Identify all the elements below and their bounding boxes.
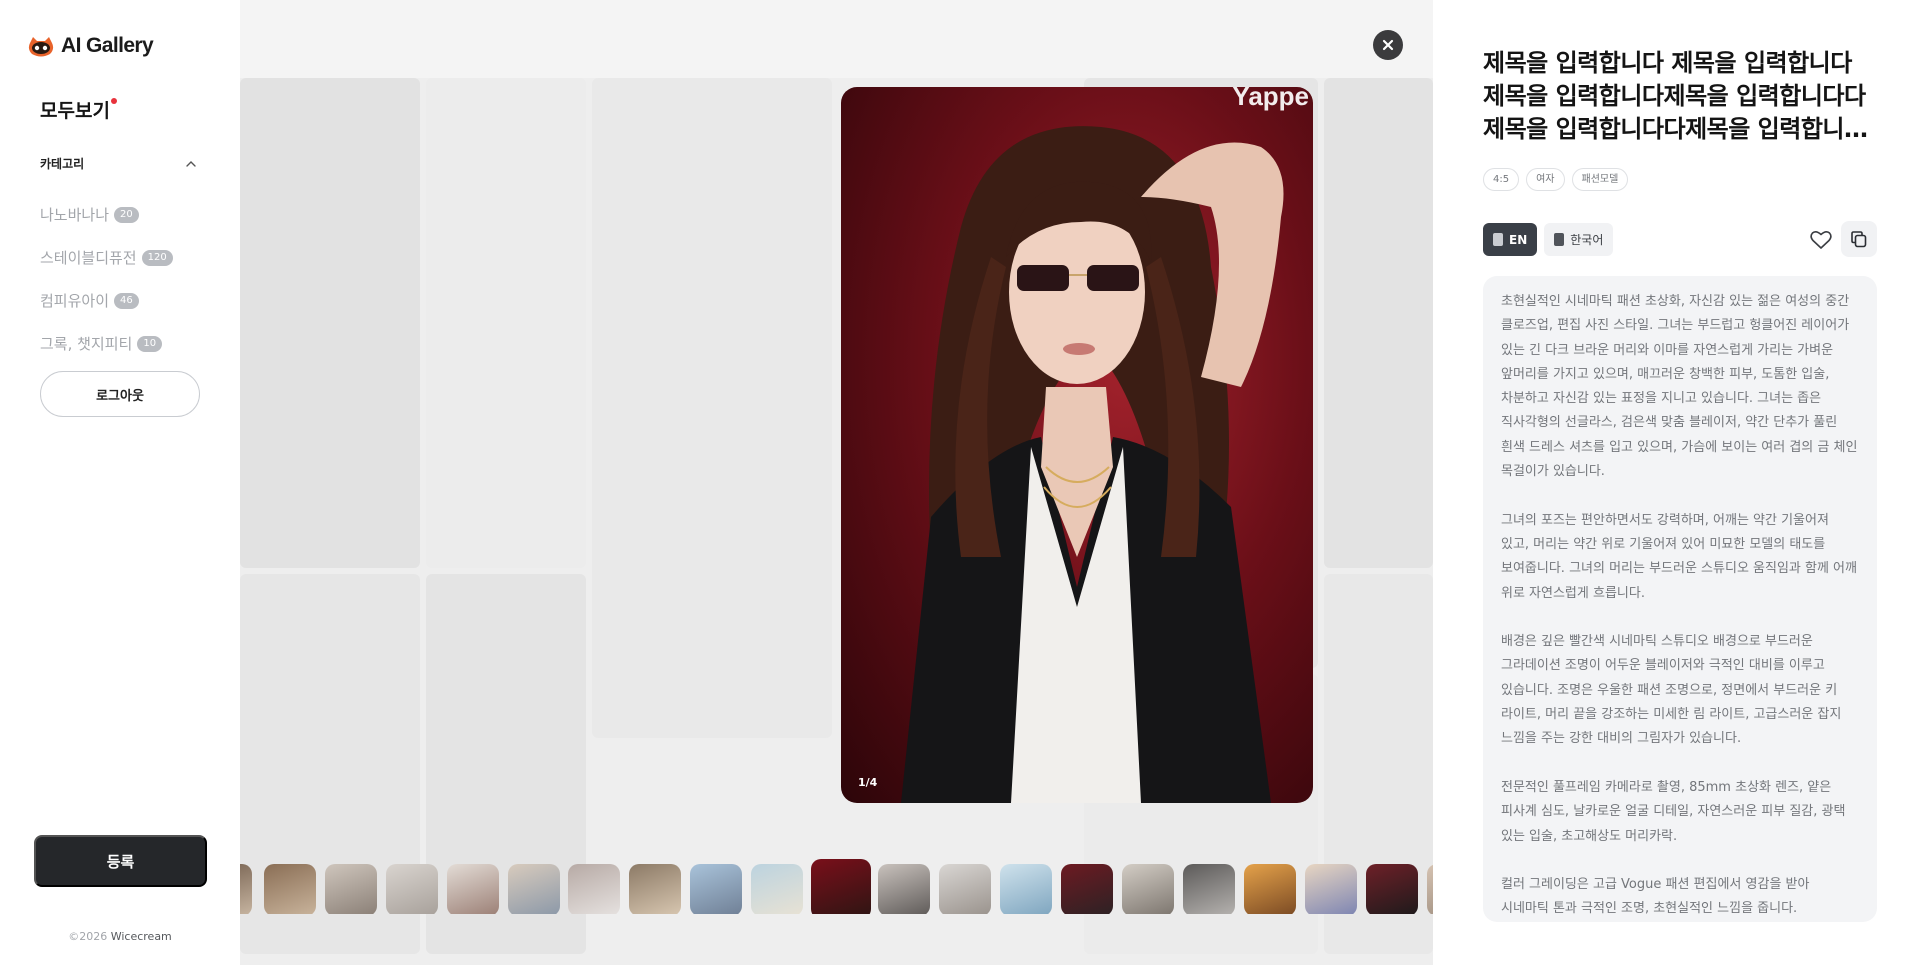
thumbnail-active[interactable] bbox=[811, 859, 871, 914]
document-icon bbox=[1554, 233, 1565, 246]
category-header: 카테고리 bbox=[40, 157, 85, 171]
category-item-comfyui[interactable]: 컴피유아이 46 bbox=[40, 279, 173, 322]
description-paragraph: 컬러 그레이딩은 고급 Vogue 패션 편집에서 영감을 받아 시네마틱 톤과… bbox=[1501, 877, 1810, 917]
thumbnail[interactable] bbox=[690, 864, 742, 914]
document-icon bbox=[1493, 233, 1503, 246]
lang-en-button[interactable]: EN bbox=[1483, 223, 1538, 256]
thumbnail[interactable] bbox=[1000, 864, 1052, 914]
copyright: ©2026 Wicecream bbox=[0, 930, 240, 943]
category-label: 그록, 챗지피티 bbox=[40, 335, 133, 353]
category-label: 나노바나나 bbox=[40, 206, 110, 224]
lang-en-label: EN bbox=[1509, 232, 1528, 247]
copy-button[interactable] bbox=[1841, 221, 1877, 257]
notification-dot bbox=[110, 98, 117, 104]
tag-ratio[interactable]: 4:5 bbox=[1483, 168, 1520, 191]
thumbnail[interactable] bbox=[1061, 864, 1113, 914]
sidebar: AI Gallery 모두보기 카테고리 나노바나나 20 스테이블디퓨전 12… bbox=[0, 0, 240, 965]
register-button[interactable]: 등록 bbox=[34, 835, 207, 887]
image-counter: 1/4 bbox=[858, 776, 878, 789]
copy-icon bbox=[1851, 231, 1867, 248]
main-photo: Yappe 1/4 bbox=[841, 87, 1313, 803]
backdrop-card bbox=[426, 78, 586, 568]
thumbnail[interactable] bbox=[878, 864, 930, 914]
like-button[interactable] bbox=[1805, 224, 1837, 256]
thumbnail[interactable] bbox=[1305, 864, 1357, 914]
backdrop-card bbox=[240, 78, 420, 568]
tag-category[interactable]: 패션모델 bbox=[1571, 168, 1629, 191]
lang-ko-label: 한국어 bbox=[1570, 233, 1604, 247]
logo[interactable]: AI Gallery bbox=[26, 34, 154, 58]
photo-subject-illustration bbox=[901, 126, 1284, 803]
heart-icon bbox=[1810, 231, 1832, 249]
backdrop-card bbox=[1324, 78, 1433, 568]
thumbnail[interactable] bbox=[939, 864, 991, 914]
thumbnail[interactable] bbox=[568, 864, 620, 914]
category-label: 컴피유아이 bbox=[40, 292, 110, 310]
viewer-backdrop-top bbox=[240, 0, 1433, 78]
category-count: 20 bbox=[114, 206, 139, 223]
thumbnail[interactable] bbox=[629, 864, 681, 914]
category-count: 46 bbox=[114, 292, 139, 309]
logo-text: AI Gallery bbox=[61, 34, 154, 57]
tag-list: 4:5 여자 패션모델 bbox=[1483, 168, 1629, 191]
thumbnail[interactable] bbox=[751, 864, 803, 914]
prompt-description: 초현실적인 시네마틱 패션 초상화, 자신감 있는 젊은 여성의 중간 클로즈업… bbox=[1483, 276, 1877, 922]
photo-watermark: Yappe bbox=[1232, 87, 1309, 111]
thumbnail[interactable] bbox=[325, 864, 377, 914]
category-toggle[interactable]: 카테고리 bbox=[40, 155, 198, 172]
category-label: 스테이블디퓨전 bbox=[40, 249, 137, 267]
category-item-nanobanana[interactable]: 나노바나나 20 bbox=[40, 193, 173, 236]
category-item-grok-chatgpt[interactable]: 그록, 챗지피티 10 bbox=[40, 322, 173, 365]
category-item-stable-diffusion[interactable]: 스테이블디퓨전 120 bbox=[40, 236, 173, 279]
thumbnail-strip bbox=[240, 859, 1433, 914]
description-paragraph: 배경은 깊은 빨간색 시네마틱 스튜디오 배경으로 부드러운 그라데이션 조명이… bbox=[1501, 634, 1842, 747]
thumbnail[interactable] bbox=[1122, 864, 1174, 914]
detail-panel: 제목을 입력합니다 제목을 입력합니다제목을 입력합니다제목을 입력합니다다제목… bbox=[1433, 0, 1905, 965]
thumbnail[interactable] bbox=[240, 864, 252, 914]
tag-gender[interactable]: 여자 bbox=[1526, 168, 1565, 191]
chevron-up-icon bbox=[186, 160, 196, 167]
category-count: 10 bbox=[137, 335, 163, 352]
copyright-year: ©2026 bbox=[68, 930, 108, 943]
all-view-label: 모두보기 bbox=[40, 100, 110, 122]
backdrop-card bbox=[592, 78, 832, 738]
close-button[interactable] bbox=[1373, 30, 1403, 60]
image-viewer: Yappe 1/4 bbox=[240, 0, 1433, 965]
description-paragraph: 초현실적인 시네마틱 패션 초상화, 자신감 있는 젊은 여성의 중간 클로즈업… bbox=[1501, 294, 1858, 480]
thumbnail[interactable] bbox=[1183, 864, 1235, 914]
logout-button[interactable]: 로그아웃 bbox=[40, 371, 200, 417]
thumbnail[interactable] bbox=[386, 864, 438, 914]
logo-mascot-icon bbox=[28, 37, 54, 57]
thumbnail[interactable] bbox=[1366, 864, 1418, 914]
category-count: 120 bbox=[141, 249, 173, 266]
thumbnail[interactable] bbox=[508, 864, 560, 914]
thumbnail[interactable] bbox=[1244, 864, 1296, 914]
language-switch: EN 한국어 bbox=[1483, 223, 1614, 256]
thumbnail[interactable] bbox=[447, 864, 499, 914]
copyright-brand: Wicecream bbox=[110, 930, 172, 943]
category-list: 나노바나나 20 스테이블디퓨전 120 컴피유아이 46 그록, 챗지피티 1… bbox=[40, 193, 173, 365]
close-icon bbox=[1382, 39, 1394, 51]
prompt-title: 제목을 입력합니다 제목을 입력합니다제목을 입력합니다제목을 입력합니다다제목… bbox=[1483, 49, 1866, 143]
description-paragraph: 그녀의 포즈는 편안하면서도 강력하며, 어깨는 약간 기울어져 있고, 머리는… bbox=[1501, 512, 1857, 601]
all-view-link[interactable]: 모두보기 bbox=[40, 96, 117, 123]
thumbnail[interactable] bbox=[264, 864, 316, 914]
description-paragraph: 전문적인 풀프레임 카메라로 촬영, 85mm 초상화 렌즈, 얕은 피사계 심… bbox=[1501, 779, 1846, 844]
lang-ko-button[interactable]: 한국어 bbox=[1544, 223, 1614, 256]
